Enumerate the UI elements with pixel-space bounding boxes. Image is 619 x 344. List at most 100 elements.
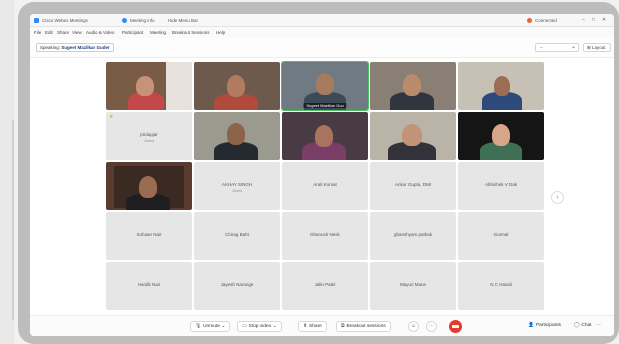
breakout-sessions-button[interactable]: ⧉ Breakout sessions [336, 321, 391, 332]
participant-tile[interactable]: ★ pridupjar Guest [106, 112, 192, 160]
zoom-control[interactable]: − + [535, 43, 579, 52]
participant-tile[interactable]: Ankur Gupta, DMI [370, 162, 456, 210]
participant-name: Sugeet Mazilkar Guo [303, 103, 347, 108]
participant-name: Gurmal [493, 232, 509, 237]
share-button[interactable]: ⬆ Share [298, 321, 327, 332]
zoom-in-button[interactable]: + [572, 45, 575, 51]
participant-role: Guest [144, 139, 154, 143]
chat-bubble-icon: ◯ [574, 323, 580, 328]
participant-name: Chirag Baht [225, 232, 249, 237]
participant-tile[interactable] [458, 62, 544, 110]
speaking-indicator: Speaking: Sugeet Mazilkar Guder [36, 43, 114, 52]
overflow-menu-button[interactable]: ··· [596, 321, 601, 332]
participant-tile[interactable] [370, 62, 456, 110]
participant-tile[interactable]: Jalin Patel [282, 262, 368, 310]
unmute-button[interactable]: 🎙 Unmute ⌄ [190, 321, 231, 332]
meeting-info-link[interactable]: Meeting info [130, 18, 155, 23]
participant-tile[interactable]: Sohaan Nair [106, 212, 192, 260]
speaking-prefix: Speaking: [40, 45, 61, 50]
participant-tile[interactable]: N C Hasali [458, 262, 544, 310]
person-face [316, 73, 334, 95]
chevron-down-icon: ⌄ [221, 324, 226, 329]
layout-label: Layout [592, 45, 606, 50]
participant-role: Guest [232, 189, 242, 193]
maximize-button[interactable]: □ [592, 17, 595, 23]
participant-tile-active-speaker[interactable]: Sugeet Mazilkar Guo [281, 61, 369, 111]
participant-tile[interactable]: AKHAY SINGH Guest [194, 162, 280, 210]
menu-view[interactable]: View [72, 30, 82, 35]
background-accent [12, 120, 14, 320]
participant-tile[interactable]: Hardik Nair [106, 262, 192, 310]
participant-tile[interactable]: Abhishek V Dak [458, 162, 544, 210]
participant-tile[interactable]: ghanshyam pathak [370, 212, 456, 260]
hide-menu-bar-link[interactable]: Hide Menu Bar [168, 18, 198, 23]
participant-tile[interactable] [106, 162, 192, 210]
participant-name: Arati Korvat [313, 182, 337, 187]
menu-participant[interactable]: Participant [122, 30, 143, 35]
participant-name: Mayuri Mane [399, 282, 426, 287]
person-face [139, 176, 157, 198]
share-icon: ⬆ [303, 324, 308, 329]
host-star-icon: ★ [109, 114, 114, 120]
participant-name: Sohaan Nair [136, 232, 162, 237]
participant-name: N C Hasali [490, 282, 512, 287]
person-face [315, 125, 333, 147]
menu-share[interactable]: Share [57, 30, 69, 35]
participant-name: Abhishek V Dak [484, 182, 518, 187]
layout-button[interactable]: ⊞ Layout [583, 43, 611, 52]
chat-label: Chat [581, 323, 592, 328]
participant-tile[interactable] [458, 112, 544, 160]
participant-tile[interactable] [370, 112, 456, 160]
room-wall [166, 62, 192, 110]
participant-name: Jayesh Narange [220, 282, 254, 287]
menu-meeting[interactable]: Meeting [150, 30, 166, 35]
minimize-button[interactable]: – [582, 17, 585, 23]
person-face [494, 76, 510, 96]
participant-tile[interactable]: Arati Korvat [282, 162, 368, 210]
info-icon [122, 18, 127, 23]
end-call-icon [452, 325, 459, 328]
speaking-bar: Speaking: Sugeet Mazilkar Guder − + ⊞ La… [30, 38, 614, 58]
leave-meeting-button[interactable] [449, 320, 462, 333]
app-title: Cisco Webex Meetings [42, 18, 88, 23]
zoom-out-button[interactable]: − [540, 45, 543, 51]
menu-breakout-sessions[interactable]: Breakout Sessions [172, 30, 210, 35]
next-page-arrow-icon[interactable]: › [551, 191, 564, 204]
microphone-icon: 🎙 [195, 324, 202, 329]
people-icon: 👤 [528, 323, 534, 328]
menu-file[interactable]: File [34, 30, 41, 35]
webex-logo-icon [34, 18, 39, 23]
stop-video-button[interactable]: ▭ Stop video ⌄ [237, 321, 282, 332]
participant-tile[interactable] [282, 112, 368, 160]
title-bar: Cisco Webex Meetings Meeting info Hide M… [30, 14, 614, 27]
participant-name: AKHAY SINGH [221, 182, 253, 187]
menu-edit[interactable]: Edit [45, 30, 53, 35]
menu-audio-video[interactable]: Audio & Video [86, 30, 114, 35]
chat-button[interactable]: ◯ Chat [570, 321, 596, 332]
participant-tile[interactable]: Jayesh Narange [194, 262, 280, 310]
breakout-icon: ⧉ [341, 324, 345, 329]
person-face [403, 74, 421, 96]
participants-button[interactable]: 👤 Participants [524, 321, 565, 332]
reactions-icon[interactable]: ☺ [408, 321, 419, 332]
participant-tile[interactable]: Gurmal [458, 212, 544, 260]
background-strip [0, 0, 14, 344]
participant-name: ghanshyam pathak [393, 232, 433, 237]
participant-tile[interactable] [106, 62, 192, 110]
participant-tile[interactable]: Chirag Baht [194, 212, 280, 260]
person-face [492, 124, 510, 146]
participant-tile[interactable]: Mayuri Mane [370, 262, 456, 310]
meeting-window: Cisco Webex Meetings Meeting info Hide M… [30, 14, 614, 336]
camera-icon: ▭ [242, 324, 247, 329]
participant-name: Ankur Gupta, DMI [394, 182, 431, 187]
participant-tile[interactable] [194, 62, 280, 110]
participant-tile[interactable]: Dhanush Nesk [282, 212, 368, 260]
close-button[interactable]: ✕ [602, 17, 606, 23]
connection-status: Connected [535, 18, 557, 23]
participant-tile[interactable] [194, 112, 280, 160]
breakout-label: Breakout sessions [346, 324, 386, 329]
more-options-button[interactable]: ··· [426, 321, 437, 332]
person-face [227, 75, 245, 97]
menu-help[interactable]: Help [216, 30, 225, 35]
participant-name: Dhanush Nesk [310, 232, 340, 237]
